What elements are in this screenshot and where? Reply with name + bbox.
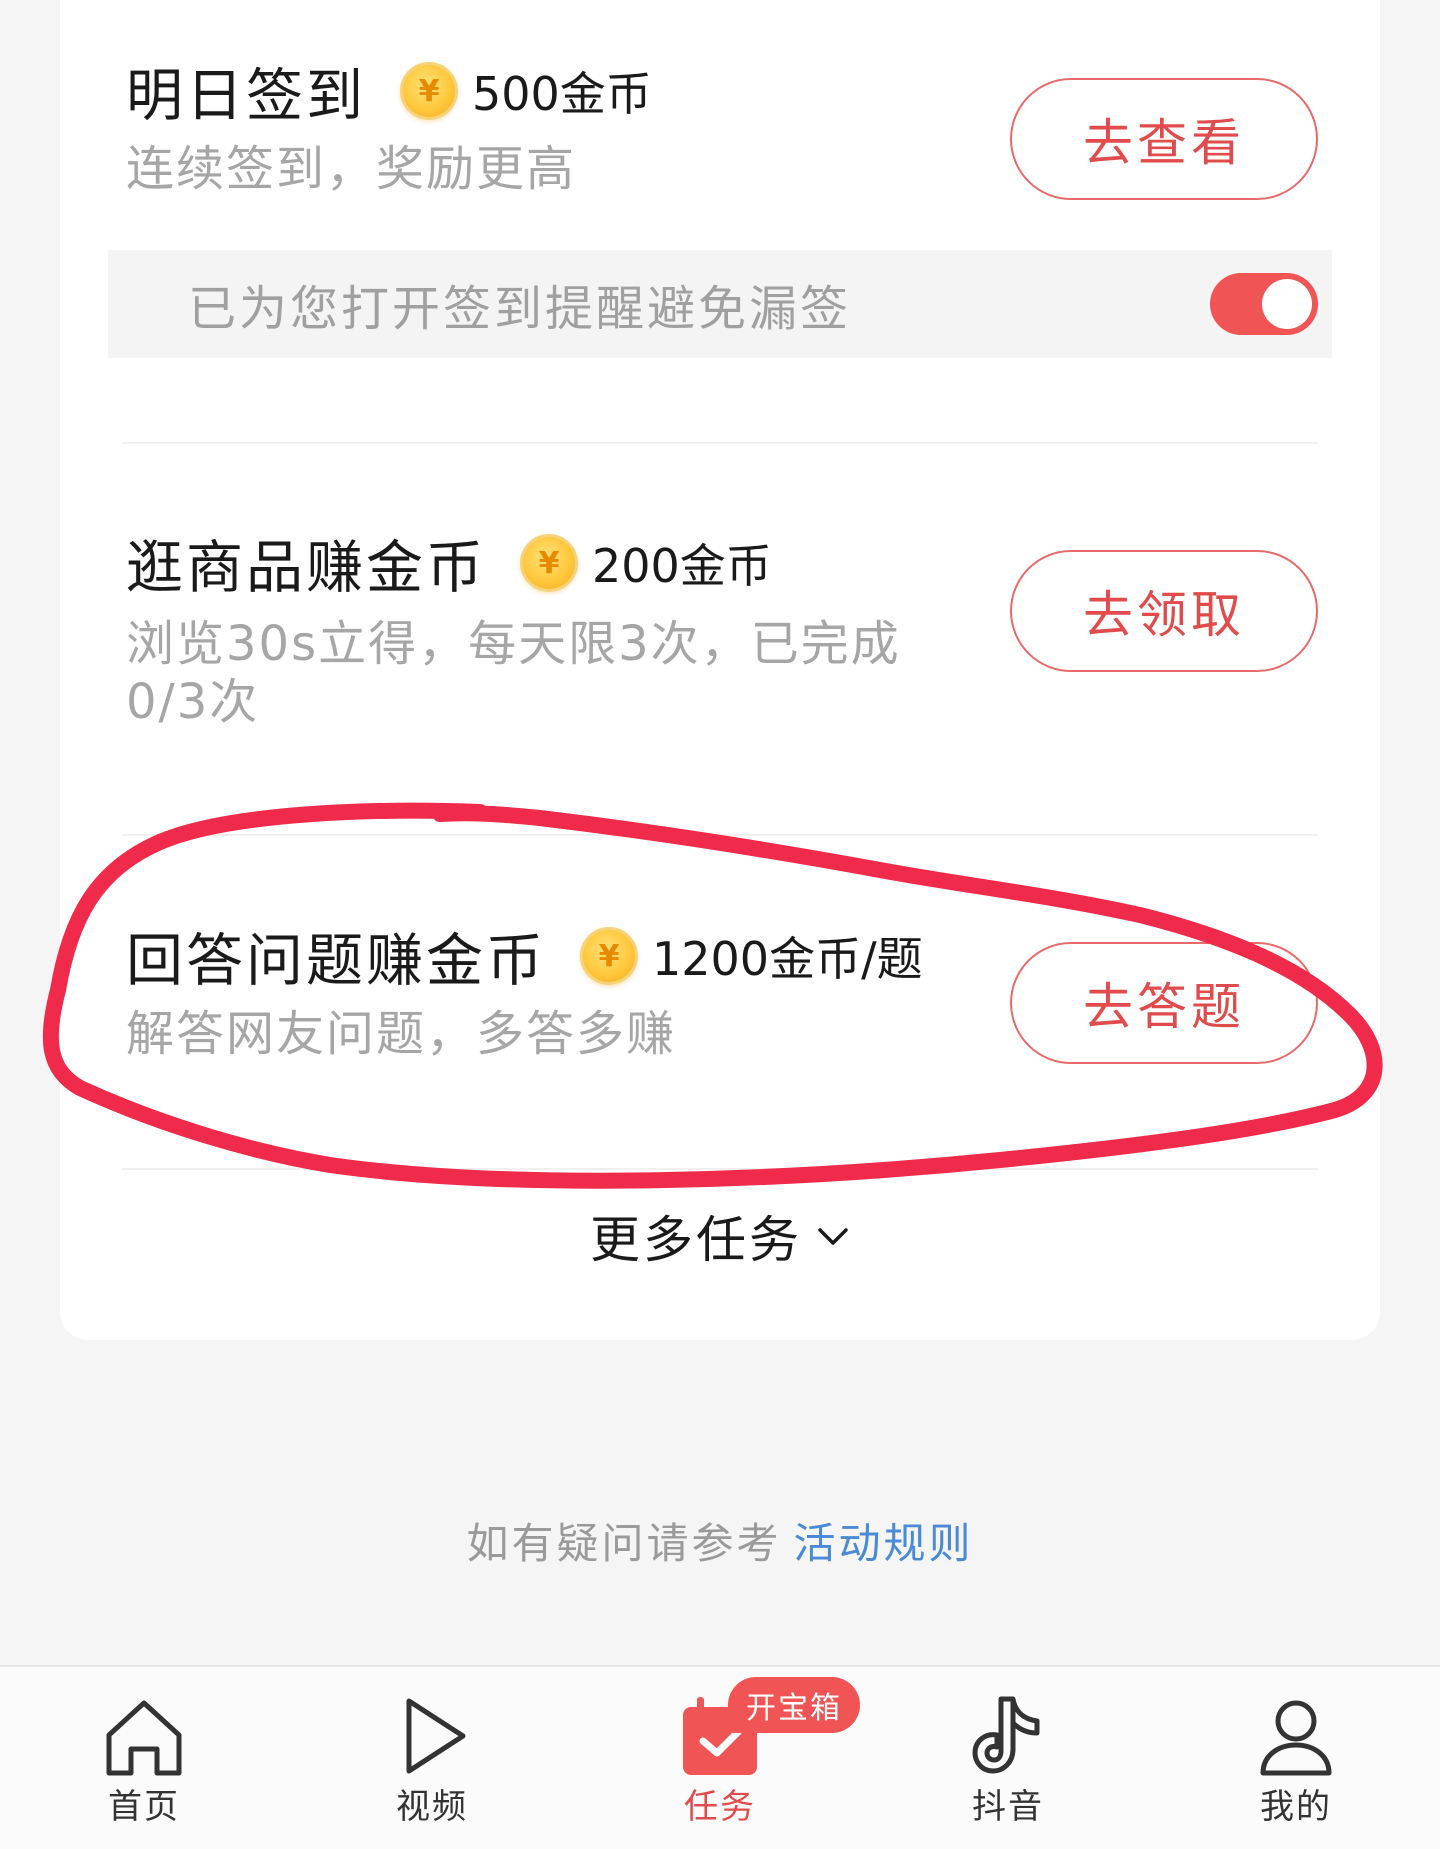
chevron-down-icon bbox=[818, 1228, 848, 1245]
more-tasks-button[interactable]: 更多任务 bbox=[60, 1200, 1380, 1272]
task-description-progress: 0/3次 bbox=[126, 674, 260, 730]
page: 明日签到 ¥ 500金币 连续签到，奖励更高 去查看 已为您打开签到提醒避免漏签… bbox=[0, 0, 1440, 1849]
task-card: 明日签到 ¥ 500金币 连续签到，奖励更高 去查看 已为您打开签到提醒避免漏签… bbox=[60, 0, 1380, 1340]
reward-amount: 500金币 bbox=[472, 67, 652, 121]
task-title-row: 明日签到 ¥ 500金币 bbox=[126, 50, 652, 132]
task-title: 逛商品赚金币 bbox=[126, 535, 486, 601]
help-text: 如有疑问请参考 bbox=[466, 1519, 782, 1568]
divider bbox=[122, 834, 1318, 836]
open-treasure-box-badge[interactable]: 开宝箱 bbox=[728, 1677, 860, 1733]
task-description: 解答网友问题，多答多赚 bbox=[126, 1006, 677, 1062]
view-button[interactable]: 去查看 bbox=[1010, 78, 1318, 200]
activity-rules-link[interactable]: 活动规则 bbox=[794, 1519, 974, 1568]
reward-amount: 200金币 bbox=[592, 539, 772, 593]
sign-in-reminder-row: 已为您打开签到提醒避免漏签 bbox=[108, 250, 1332, 358]
more-tasks-label: 更多任务 bbox=[590, 1211, 802, 1269]
task-description: 连续签到，奖励更高 bbox=[126, 141, 577, 197]
help-line: 如有疑问请参考 活动规则 bbox=[0, 1510, 1440, 1571]
claim-button[interactable]: 去领取 bbox=[1010, 550, 1318, 672]
tab-label: 首页 bbox=[108, 1787, 180, 1827]
coin-icon: ¥ bbox=[400, 62, 458, 120]
divider bbox=[122, 442, 1318, 444]
task-title: 明日签到 bbox=[126, 63, 366, 129]
divider bbox=[122, 1168, 1318, 1170]
task-title-row: 回答问题赚金币 ¥ 1200金币/题 bbox=[126, 915, 923, 997]
tab-douyin[interactable]: 抖音 bbox=[908, 1667, 1108, 1849]
home-icon bbox=[106, 1700, 182, 1776]
toggle-knob bbox=[1262, 279, 1312, 329]
bottom-tab-bar: 首页 视频 任务 抖音 我的 开宝箱 bbox=[0, 1665, 1440, 1849]
tab-home[interactable]: 首页 bbox=[44, 1667, 244, 1849]
task-description: 浏览30s立得，每天限3次，已完成 bbox=[126, 616, 901, 672]
reward-amount: 1200金币/题 bbox=[652, 932, 923, 986]
douyin-icon bbox=[972, 1696, 1040, 1774]
tab-label: 抖音 bbox=[972, 1787, 1044, 1827]
play-icon bbox=[406, 1698, 466, 1774]
coin-icon: ¥ bbox=[580, 927, 638, 985]
tab-label: 任务 bbox=[684, 1787, 756, 1827]
profile-icon bbox=[1260, 1700, 1332, 1776]
tab-video[interactable]: 视频 bbox=[332, 1667, 532, 1849]
reminder-text: 已为您打开签到提醒避免漏签 bbox=[188, 281, 852, 337]
tab-label: 我的 bbox=[1260, 1787, 1332, 1827]
task-title: 回答问题赚金币 bbox=[126, 928, 546, 994]
tab-profile[interactable]: 我的 bbox=[1196, 1667, 1396, 1849]
task-title-row: 逛商品赚金币 ¥ 200金币 bbox=[126, 522, 772, 604]
coin-icon: ¥ bbox=[520, 534, 578, 592]
reminder-toggle[interactable] bbox=[1210, 273, 1318, 335]
answer-button[interactable]: 去答题 bbox=[1010, 942, 1318, 1064]
tab-label: 视频 bbox=[396, 1787, 468, 1827]
